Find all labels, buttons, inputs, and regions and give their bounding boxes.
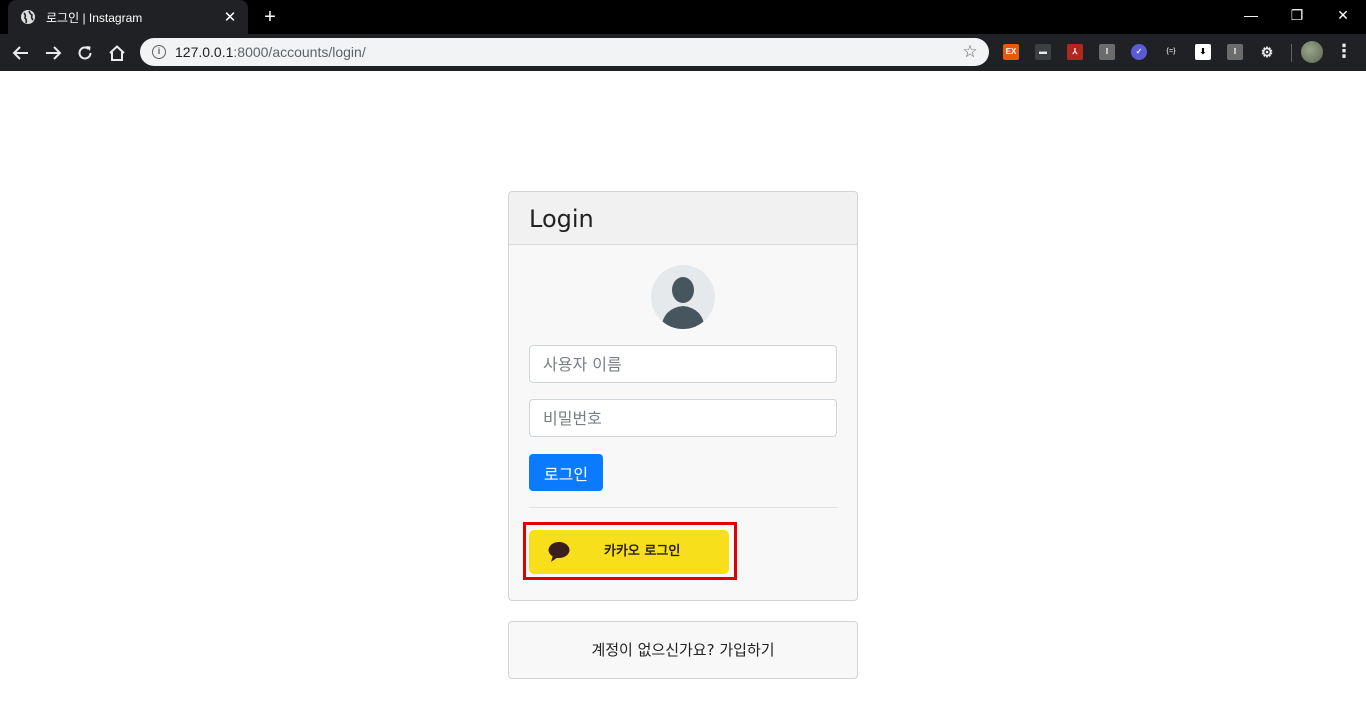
download-extension-icon[interactable]: ⬇	[1195, 44, 1211, 60]
address-bar[interactable]: i 127.0.0.1:8000/accounts/login/ ☆	[140, 38, 989, 66]
check-extension-icon[interactable]: ✓	[1131, 44, 1147, 60]
signup-card: 계정이 없으신가요? 가입하기	[508, 621, 858, 679]
back-icon[interactable]	[6, 38, 36, 68]
login-card: Login 로그인 카카오 로그인	[508, 191, 858, 601]
profile-avatar[interactable]	[1301, 41, 1323, 63]
browser-toolbar: i 127.0.0.1:8000/accounts/login/ ☆ EX ▬ …	[0, 34, 1366, 71]
globe-icon	[20, 9, 36, 25]
url-path: :8000/accounts/login/	[233, 44, 366, 60]
browser-tab-bar: 로그인 | Instagram ✕ + — ❐ ✕	[0, 0, 1366, 34]
toolbar-separator	[1291, 44, 1292, 62]
login-button[interactable]: 로그인	[529, 454, 603, 491]
new-tab-button[interactable]: +	[258, 6, 282, 28]
kakao-login-button[interactable]: 카카오 로그인	[529, 530, 729, 574]
reload-icon[interactable]	[70, 38, 100, 68]
bookmark-star-icon[interactable]: ☆	[961, 43, 979, 61]
card-extension-icon[interactable]: ▬	[1035, 44, 1051, 60]
tab-close-icon[interactable]: ✕	[222, 9, 238, 25]
login-card-header: Login	[509, 192, 857, 245]
braces-extension-icon[interactable]: {=}	[1163, 44, 1179, 60]
ex-extension-icon[interactable]: EX	[1003, 44, 1019, 60]
url-host: 127.0.0.1	[175, 44, 234, 60]
signup-prompt: 계정이 없으신가요?	[591, 641, 715, 659]
kakao-login-label: 카카오 로그인	[604, 544, 681, 559]
gear-extension-icon[interactable]: ⚙	[1259, 44, 1275, 60]
tab-title: 로그인 | Instagram	[46, 10, 143, 25]
url-text: 127.0.0.1:8000/accounts/login/	[175, 44, 961, 60]
i-extension-icon[interactable]: I	[1099, 44, 1115, 60]
pdf-extension-icon[interactable]: ⅄	[1067, 44, 1083, 60]
signup-link[interactable]: 가입하기	[719, 641, 774, 659]
forward-icon[interactable]	[38, 38, 68, 68]
minimize-button[interactable]: —	[1228, 0, 1274, 30]
password-input[interactable]	[529, 399, 837, 437]
menu-icon[interactable]: ⋮	[1334, 38, 1354, 68]
login-title: Login	[529, 205, 594, 233]
i2-extension-icon[interactable]: I	[1227, 44, 1243, 60]
restore-button[interactable]: ❐	[1274, 0, 1320, 30]
home-icon[interactable]	[102, 38, 132, 68]
site-info-icon[interactable]: i	[152, 45, 166, 59]
speech-bubble-icon	[547, 541, 571, 563]
browser-tab[interactable]: 로그인 | Instagram ✕	[8, 0, 248, 34]
close-window-button[interactable]: ✕	[1320, 0, 1366, 30]
username-input[interactable]	[529, 345, 837, 383]
default-avatar-icon	[651, 265, 715, 329]
divider	[529, 507, 837, 508]
